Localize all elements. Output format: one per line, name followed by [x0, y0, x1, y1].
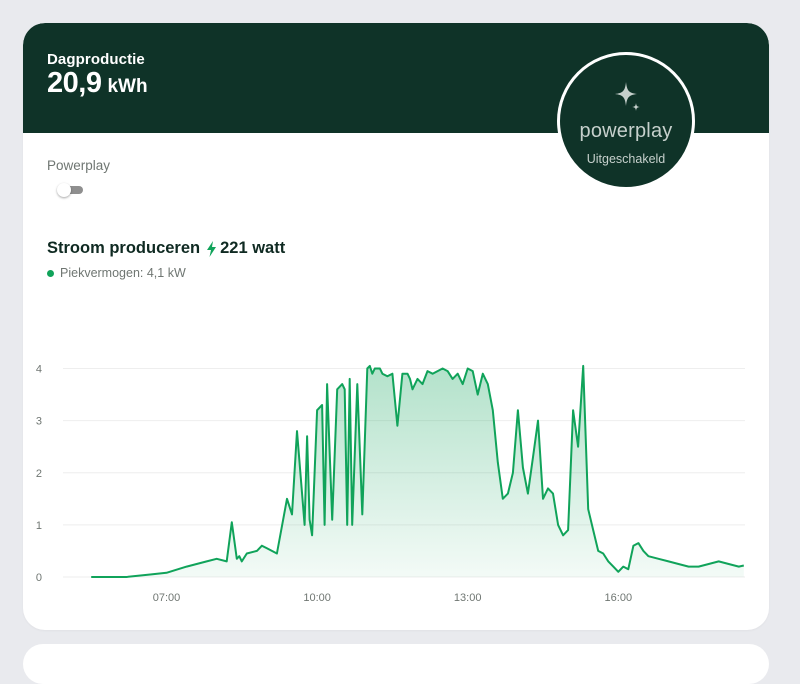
peak-power-label: Piekvermogen: 4,1 kW — [60, 266, 186, 280]
y-tick-label: 0 — [36, 572, 42, 584]
peak-power: Piekvermogen: 4,1 kW — [47, 266, 186, 280]
x-tick-label: 16:00 — [605, 592, 633, 604]
daily-production-unit: kWh — [107, 76, 148, 97]
y-tick-label: 4 — [36, 364, 42, 376]
current-production: Stroom produceren 221 watt — [47, 239, 285, 258]
lightning-icon — [207, 240, 217, 257]
powerplay-status: Uitgeschakeld — [586, 152, 666, 166]
sparkle-icon — [615, 82, 640, 111]
toggle-knob — [57, 183, 71, 197]
y-tick-label: 2 — [36, 468, 42, 480]
powerplay-badge[interactable]: powerplay Uitgeschakeld — [557, 52, 695, 190]
y-tick-label: 3 — [36, 416, 42, 428]
powerplay-toggle-label: Powerplay — [47, 158, 111, 173]
production-value: 221 watt — [220, 239, 286, 257]
production-area — [91, 365, 744, 577]
powerplay-name: powerplay — [579, 120, 673, 142]
next-card — [23, 644, 769, 684]
daily-production-label: Dagproductie — [47, 51, 145, 68]
x-tick-label: 13:00 — [454, 592, 482, 604]
peak-dot-icon — [47, 269, 54, 277]
daily-production-number: 20,9 — [47, 67, 102, 99]
production-title: Stroom produceren — [47, 239, 201, 257]
daily-production-value: 20,9 kWh — [47, 67, 148, 100]
powerplay-toggle[interactable] — [57, 183, 83, 197]
y-tick-label: 1 — [36, 520, 42, 532]
x-tick-label: 07:00 — [153, 592, 181, 604]
x-tick-label: 10:00 — [303, 592, 331, 604]
production-chart: 0 1 2 3 4 07:00 10:00 13:00 16:00 — [36, 364, 745, 604]
